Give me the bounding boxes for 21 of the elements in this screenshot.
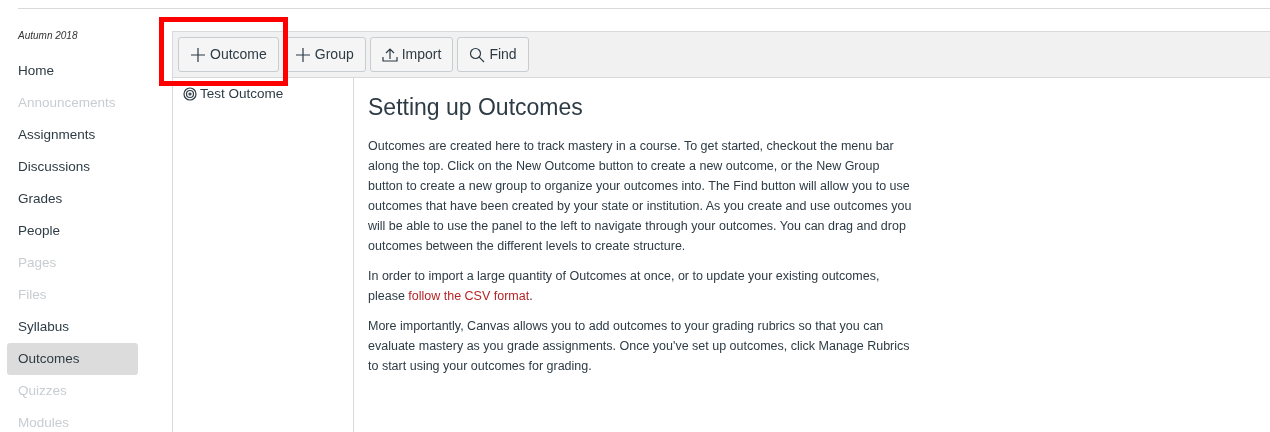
sidebar-item[interactable]: Home [7,55,138,87]
target-icon [183,87,197,102]
plus-icon [190,46,206,63]
sidebar-item[interactable]: Syllabus [7,311,138,343]
toolbar-button[interactable]: Find [457,37,529,72]
plus-icon [294,46,311,63]
paragraph: In order to import a large quantity of Outcomes at once, or to update your existing outcomes, please follow the CSV format. [368,267,881,305]
sidebar-item[interactable]: People [7,215,138,247]
page-heading: Setting up Outcomes [368,94,584,122]
sidebar-item[interactable]: Outcomes [7,343,138,375]
course-term: Autumn 2018 [16,29,78,43]
paragraph: More importantly, Canvas allows you to add outcomes to your grading rubrics so that you can evaluate mastery as you grade assignments. Once you've set up outcomes, click Manage Rubrics to start using your outcomes for grading. [368,317,911,375]
upload-icon [381,46,398,63]
toolbar-button[interactable]: Outcome [178,37,279,72]
paragraph: Outcomes are created here to track mastery in a course. To get started, checkout the menu bar along the top. Click on the New Outcome button to create a new outcome, or the New Group button to create a new group to organize your outcomes into. The Find button will allow you to use outcomes that have been created by your state or institution. As you create and use outcomes you will be able to use the panel to the left to navigate through your outcomes. You can drag and drop outcomes between the different levels to create structure. [368,137,913,255]
toolbar-button[interactable]: Import [369,37,454,72]
sidebar-item[interactable]: Discussions [7,151,138,183]
sidebar-item[interactable]: Assignments [7,119,138,151]
search-icon [469,46,486,63]
sidebar-item[interactable]: Grades [7,183,138,215]
outcome-tree-item[interactable]: Test Outcome [183,84,284,105]
